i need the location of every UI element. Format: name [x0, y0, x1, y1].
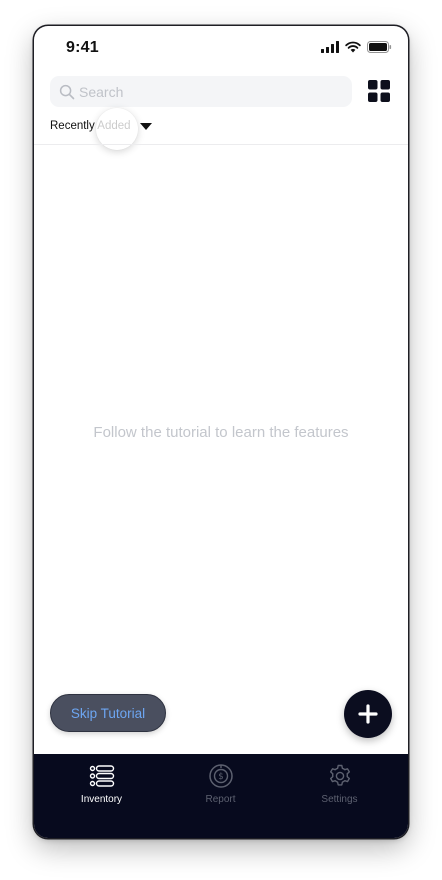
grid-icon: [368, 80, 390, 102]
tab-settings[interactable]: Settings: [280, 754, 399, 838]
list-icon: [89, 763, 115, 789]
empty-state-message: Follow the tutorial to learn the feature…: [93, 424, 349, 441]
search-placeholder: Search: [79, 83, 124, 100]
status-bar: 9:41: [34, 26, 408, 70]
tab-report[interactable]: $ Report: [161, 754, 280, 838]
gear-icon: [327, 763, 353, 789]
tab-bar: Inventory $ Report Settings: [34, 754, 408, 838]
add-item-button[interactable]: [344, 690, 392, 738]
report-icon: $: [208, 763, 234, 789]
search-input[interactable]: Search: [50, 76, 352, 107]
battery-icon: [367, 41, 392, 53]
tab-label: Report: [205, 794, 236, 805]
tab-label: Inventory: [80, 794, 123, 805]
skip-tutorial-button[interactable]: Skip Tutorial: [50, 694, 166, 732]
plus-icon: [358, 704, 378, 724]
caret-down-icon: [139, 122, 152, 130]
phone-frame: 9:41 Search Recently Added Follow the tu…: [34, 26, 408, 838]
svg-text:$: $: [218, 772, 223, 782]
tab-label: Settings: [321, 794, 358, 805]
divider: [34, 144, 408, 145]
status-time: 9:41: [66, 39, 99, 56]
search-icon: [59, 84, 75, 100]
grid-view-button[interactable]: [368, 80, 392, 104]
tab-inventory[interactable]: Inventory: [42, 754, 161, 838]
cellular-signal-icon: [321, 41, 339, 53]
screen: 9:41 Search Recently Added Follow the tu…: [0, 0, 442, 880]
wifi-icon: [345, 41, 361, 53]
status-icons: [321, 41, 392, 53]
